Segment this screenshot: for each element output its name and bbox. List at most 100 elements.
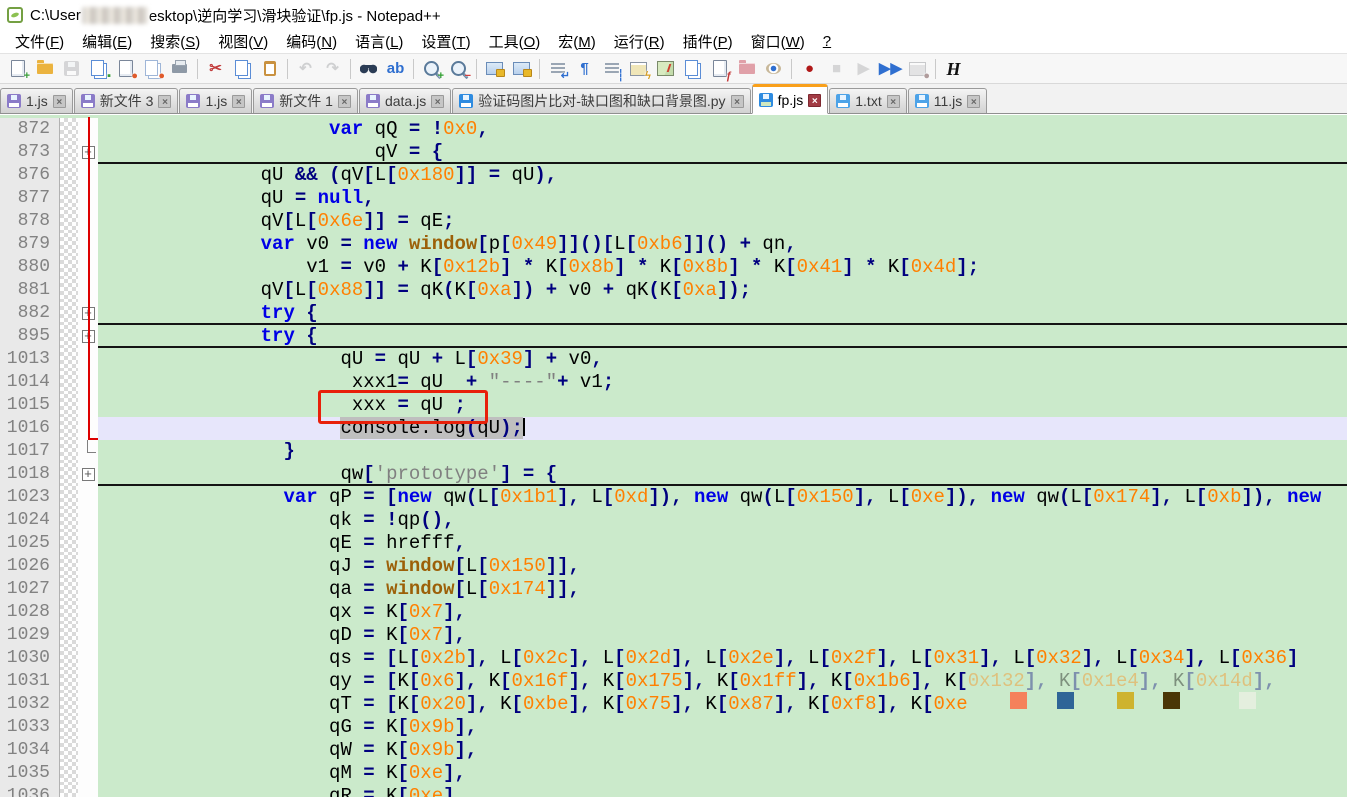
tab-close-icon[interactable]: × [967, 95, 980, 108]
fold-margin[interactable] [78, 509, 98, 532]
fold-margin[interactable] [78, 693, 98, 716]
code-text[interactable]: qa = window[L[0x174]], [98, 578, 1347, 601]
bookmark-margin[interactable] [60, 486, 78, 509]
code-text[interactable]: xxx = qU ; [98, 394, 1347, 417]
bookmark-margin[interactable] [60, 601, 78, 624]
bookmark-margin[interactable] [60, 210, 78, 233]
replace-button[interactable]: ab [383, 56, 408, 81]
show-all-characters-button[interactable]: ¶ [572, 56, 597, 81]
macro-play-button[interactable]: ▶ [851, 56, 876, 81]
tab-close-icon[interactable]: × [887, 95, 900, 108]
tab-1.js[interactable]: 1.js× [179, 88, 252, 113]
menu-edit[interactable]: 编辑(E) [73, 30, 141, 53]
menu-language[interactable]: 语言(L) [346, 30, 412, 53]
fold-margin[interactable] [78, 601, 98, 624]
menu-run[interactable]: 运行(R) [605, 30, 674, 53]
close-button[interactable]: ● [113, 56, 138, 81]
fold-margin[interactable] [78, 624, 98, 647]
code-text[interactable]: qW = K[0x9b], [98, 739, 1347, 762]
bookmark-margin[interactable] [60, 578, 78, 601]
tab-close-icon[interactable]: × [808, 94, 821, 107]
code-text[interactable]: qT = [K[0x20], K[0xbe], K[0x75], K[0x87]… [98, 693, 1347, 716]
code-editor[interactable]: 872 var qQ = !0x0,873+ qV = {876 qU && (… [0, 115, 1347, 797]
new-file-button[interactable]: + [5, 56, 30, 81]
close-all-button[interactable]: ● [140, 56, 165, 81]
bookmark-margin[interactable] [60, 164, 78, 187]
code-text[interactable]: var qP = [new qw(L[0x1b1], L[0xd]), new … [98, 486, 1347, 509]
fold-margin[interactable]: + [78, 463, 98, 486]
cut-button[interactable]: ✂ [203, 56, 228, 81]
tab-close-icon[interactable]: × [158, 95, 171, 108]
code-text[interactable]: var qQ = !0x0, [98, 118, 1347, 141]
bookmark-margin[interactable] [60, 256, 78, 279]
code-text[interactable]: try { [98, 325, 1347, 348]
tab--3[interactable]: 新文件 3× [74, 88, 179, 113]
bookmark-margin[interactable] [60, 118, 78, 141]
code-text[interactable]: qG = K[0x9b], [98, 716, 1347, 739]
fold-margin[interactable] [78, 716, 98, 739]
tab-data.js[interactable]: data.js× [359, 88, 451, 113]
fold-margin[interactable] [78, 647, 98, 670]
code-text[interactable]: qV[L[0x6e]] = qE; [98, 210, 1347, 233]
bookmark-margin[interactable] [60, 670, 78, 693]
bookmark-margin[interactable] [60, 417, 78, 440]
print-button[interactable] [167, 56, 192, 81]
bookmark-margin[interactable] [60, 762, 78, 785]
bookmark-margin[interactable] [60, 325, 78, 348]
menu-plugins[interactable]: 插件(P) [674, 30, 742, 53]
fold-margin[interactable] [78, 486, 98, 509]
bookmark-margin[interactable] [60, 624, 78, 647]
code-text[interactable]: qs = [L[0x2b], L[0x2c], L[0x2d], L[0x2e]… [98, 647, 1347, 670]
open-file-button[interactable] [32, 56, 57, 81]
code-text[interactable]: qk = !qp(), [98, 509, 1347, 532]
sync-horizontal-scroll-button[interactable] [509, 56, 534, 81]
document-map-button[interactable] [653, 56, 678, 81]
menu-tools[interactable]: 工具(O) [480, 30, 550, 53]
tab-close-icon[interactable]: × [431, 95, 444, 108]
code-text[interactable]: qM = K[0xe], [98, 762, 1347, 785]
menu-macro[interactable]: 宏(M) [549, 30, 605, 53]
tab-11.js[interactable]: 11.js× [908, 88, 988, 113]
tab-1.js[interactable]: 1.js× [0, 88, 73, 113]
menu-settings[interactable]: 设置(T) [412, 30, 479, 53]
tab-1.txt[interactable]: 1.txt× [829, 88, 906, 113]
bookmark-margin[interactable] [60, 348, 78, 371]
fold-margin[interactable] [78, 739, 98, 762]
bookmark-margin[interactable] [60, 693, 78, 716]
code-text[interactable]: qV = { [98, 141, 1347, 164]
tab-close-icon[interactable]: × [338, 95, 351, 108]
code-text[interactable]: console.log(qU); [98, 417, 1347, 440]
bookmark-margin[interactable] [60, 532, 78, 555]
find-button[interactable] [356, 56, 381, 81]
code-text[interactable]: } [98, 440, 1347, 463]
bookmark-margin[interactable] [60, 463, 78, 486]
fold-margin[interactable] [78, 578, 98, 601]
tab-close-icon[interactable]: × [232, 95, 245, 108]
code-text[interactable]: qw['prototype'] = { [98, 463, 1347, 486]
bookmark-margin[interactable] [60, 141, 78, 164]
save-button[interactable] [59, 56, 84, 81]
menu-file[interactable]: 文件(F) [6, 30, 73, 53]
bookmark-margin[interactable] [60, 555, 78, 578]
code-text[interactable]: qE = hrefff, [98, 532, 1347, 555]
bookmark-margin[interactable] [60, 233, 78, 256]
fold-collapsed-icon[interactable]: + [82, 468, 95, 481]
function-completion-button[interactable]: ϟ [626, 56, 651, 81]
fold-margin[interactable] [78, 440, 98, 463]
bookmark-margin[interactable] [60, 647, 78, 670]
menu-search[interactable]: 搜索(S) [141, 30, 209, 53]
code-text[interactable]: qU = qU + L[0x39] + v0, [98, 348, 1347, 371]
menu-encoding[interactable]: 编码(N) [277, 30, 346, 53]
indent-guide-button[interactable]: ┆ [599, 56, 624, 81]
code-text[interactable]: qD = K[0x7], [98, 624, 1347, 647]
bookmark-margin[interactable] [60, 509, 78, 532]
zoom-out-button[interactable]: − [446, 56, 471, 81]
code-text[interactable]: xxx1= qU + "----"+ v1; [98, 371, 1347, 394]
code-text[interactable]: qR = K[0xe] [98, 785, 1347, 797]
save-all-button[interactable]: ▪ [86, 56, 111, 81]
function-list-button[interactable]: ƒ [707, 56, 732, 81]
bookmark-margin[interactable] [60, 785, 78, 797]
html-tag-plugin-button[interactable]: H [941, 56, 966, 81]
code-text[interactable]: qU = null, [98, 187, 1347, 210]
macro-record-button[interactable]: ● [797, 56, 822, 81]
